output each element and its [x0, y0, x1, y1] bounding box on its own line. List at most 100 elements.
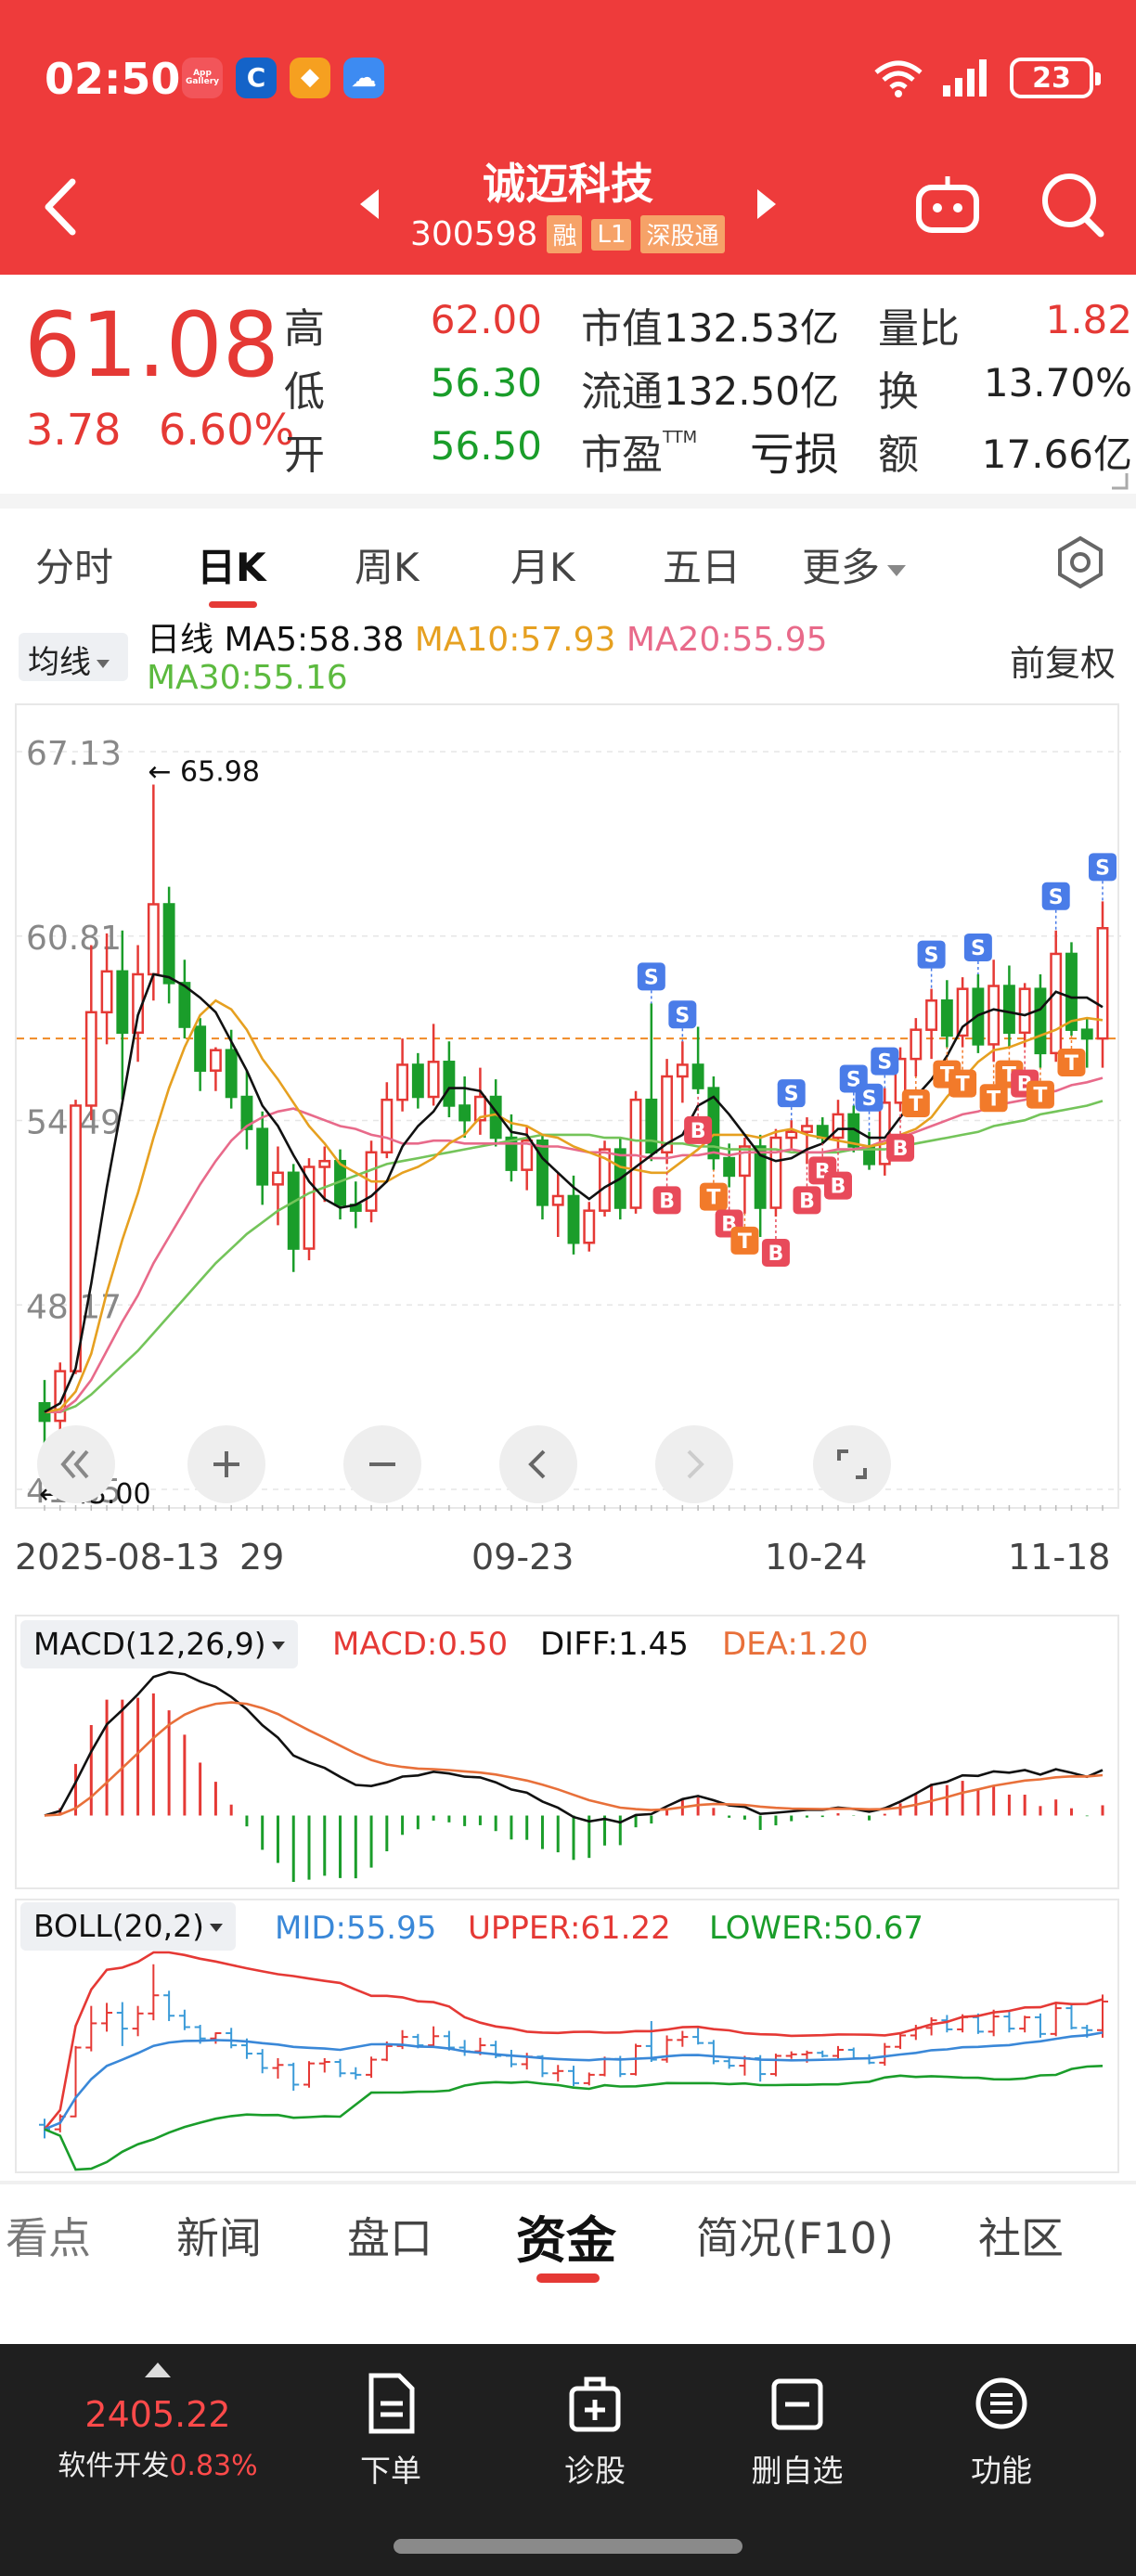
fullscreen-icon [837, 1449, 867, 1479]
info-tab-underline [536, 2273, 600, 2283]
plus-icon [213, 1451, 239, 1477]
candle-body [458, 1104, 471, 1122]
candle-body [256, 1127, 269, 1186]
functions-button[interactable]: 功能 [932, 2372, 1071, 2491]
dropdown-arrow-icon [271, 1642, 285, 1650]
kline-chart[interactable]: 67.1360.8154.4948.1741.85SBSBTBTBSBBBSSS… [17, 705, 1121, 1511]
adjust-mode[interactable]: 前复权 [1010, 635, 1116, 686]
status-app-icons: App Gallery C ◆ ☁ [182, 58, 384, 98]
tag-margin: 融 [547, 215, 583, 253]
collapse-button[interactable] [37, 1425, 115, 1503]
signal-letter: S [877, 1051, 892, 1075]
macd-dea-line [44, 1701, 1104, 1817]
candle-body [691, 1063, 704, 1089]
zoom-out-button[interactable] [343, 1425, 421, 1503]
boll-mid: MID:55.95 [275, 1910, 437, 1947]
document-icon [368, 2373, 415, 2434]
scroll-right-button[interactable] [655, 1425, 733, 1503]
date-tick-3: 09-23 [471, 1537, 574, 1578]
candle-body [1065, 952, 1078, 1031]
tab-orderbook[interactable]: 盘口 [347, 2205, 432, 2266]
candle-body [925, 998, 938, 1031]
y-tick-label: 67.13 [26, 735, 122, 773]
diagnose-button[interactable]: 诊股 [525, 2372, 665, 2491]
sector-index[interactable]: 2405.22 软件开发0.83% [37, 2363, 278, 2483]
kline-chart-area[interactable]: 67.1360.8154.4948.1741.85SBSBTBTBSBBBSSS… [15, 703, 1121, 1511]
minus-box-icon [771, 2378, 823, 2430]
tab-five-day[interactable]: 五日 [663, 536, 741, 593]
signal-letter: T [1033, 1085, 1047, 1108]
candle-body [396, 1063, 409, 1101]
signal-letter: T [1065, 1052, 1078, 1075]
tab-profile[interactable]: 简况(F10) [696, 2205, 894, 2266]
tab-capital[interactable]: 资金 [516, 2199, 616, 2273]
settings-gear-icon[interactable] [1052, 535, 1108, 590]
current-price: 61.08 [24, 293, 279, 397]
ma-selector[interactable]: 均线 [19, 633, 128, 681]
float-value: 132.50亿 [664, 368, 839, 414]
candle-body [318, 1159, 331, 1168]
tab-community[interactable]: 社区 [978, 2205, 1064, 2266]
remove-watchlist-button[interactable]: 删自选 [728, 2372, 867, 2491]
stock-code: 300598 [410, 215, 538, 253]
date-tick-4: 10-24 [765, 1537, 868, 1578]
signal-letter: S [1095, 857, 1110, 880]
turnover-label: 换 [878, 368, 919, 416]
search-icon[interactable] [1038, 169, 1106, 243]
tab-news[interactable]: 新闻 [176, 2205, 262, 2266]
dropdown-arrow-icon [210, 1924, 224, 1932]
candle-body [676, 1063, 689, 1078]
candle-body [832, 1113, 845, 1140]
remove-watchlist-label: 删自选 [751, 2453, 844, 2489]
signal-letter: T [909, 1093, 923, 1116]
boll-selector[interactable]: BOLL(20,2) [20, 1902, 237, 1951]
signal-letter: B [893, 1138, 909, 1161]
open-value: 56.50 [430, 423, 542, 469]
cloud-app-icon: ☁ [343, 58, 384, 98]
low-value: 56.30 [430, 360, 542, 406]
pe-value: 亏损 [749, 429, 839, 481]
candle-body [551, 1194, 564, 1206]
home-indicator[interactable] [394, 2539, 742, 2554]
candle-body [84, 1011, 97, 1107]
functions-label: 功能 [971, 2453, 1032, 2489]
macd-selector[interactable]: MACD(12,26,9) [20, 1620, 298, 1668]
expand-corner-icon[interactable] [1110, 471, 1129, 490]
ma30-legend: MA30:55.16 [147, 659, 348, 697]
high-value: 62.00 [430, 297, 542, 342]
candle-body [988, 985, 1000, 1046]
signal-letter: T [706, 1187, 720, 1210]
amount-label: 额 [878, 431, 919, 479]
robot-assistant-icon[interactable] [913, 174, 982, 239]
change-amount: 3.78 [26, 405, 122, 455]
amount-value: 17.66亿 [981, 431, 1132, 477]
low-label: 低 [284, 368, 325, 416]
order-label: 下单 [360, 2453, 421, 2489]
tab-weekly-k[interactable]: 周K [355, 536, 420, 593]
signal-letter: S [971, 937, 986, 960]
tab-intraday[interactable]: 分时 [35, 536, 113, 593]
candle-body [1096, 927, 1109, 1040]
signal-letter: S [862, 1088, 877, 1111]
diff-value: DIFF:1.45 [540, 1626, 689, 1663]
ma5-legend: MA5:58.38 [224, 621, 405, 659]
fullscreen-button[interactable] [813, 1425, 891, 1503]
candle-body [162, 903, 175, 985]
tab-more[interactable]: 更多 [802, 536, 907, 593]
candle-body [225, 1049, 238, 1099]
signal-letter: B [799, 1190, 815, 1213]
price-change: 3.78 6.60% [26, 405, 294, 455]
app-gallery-icon: App Gallery [182, 58, 223, 98]
menu-circle-icon [975, 2377, 1027, 2429]
tab-highlights[interactable]: 看点 [6, 2205, 91, 2266]
date-tick-5: 11-18 [1008, 1537, 1111, 1578]
tab-monthly-k[interactable]: 月K [510, 536, 575, 593]
scroll-left-button[interactable] [499, 1425, 577, 1503]
candle-body [723, 1156, 736, 1178]
tab-daily-k[interactable]: 日K [197, 536, 266, 593]
zoom-in-button[interactable] [187, 1425, 265, 1503]
double-left-icon [60, 1449, 89, 1479]
candle-body [801, 1125, 813, 1134]
order-button[interactable]: 下单 [321, 2372, 460, 2491]
orange-app-icon: ◆ [290, 58, 330, 98]
